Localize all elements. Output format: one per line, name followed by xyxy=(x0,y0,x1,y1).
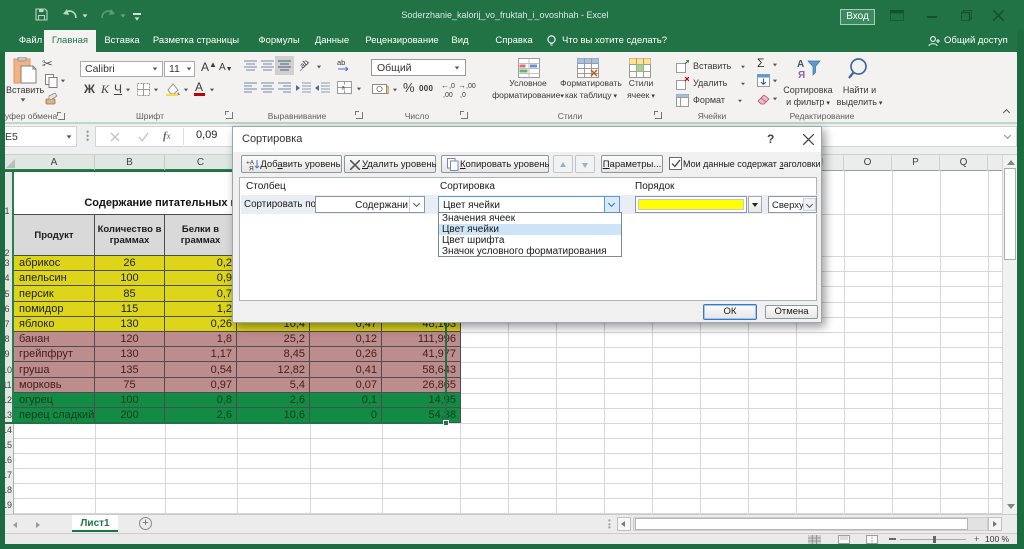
svg-text:ab: ab xyxy=(298,58,311,70)
svg-text:Я: Я xyxy=(249,166,254,172)
svg-text:А: А xyxy=(797,59,804,70)
svg-text:Я: Я xyxy=(798,70,805,80)
svg-text:ab: ab xyxy=(337,58,345,67)
